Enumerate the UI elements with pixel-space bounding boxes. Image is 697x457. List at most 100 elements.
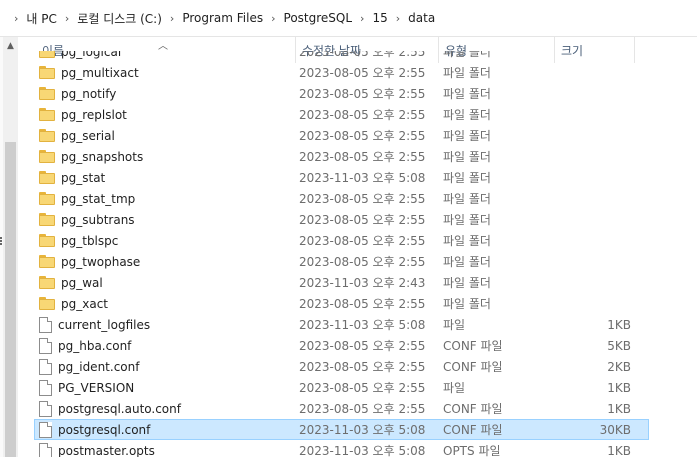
chevron-right-icon[interactable]: › — [170, 12, 174, 25]
breadcrumb-item[interactable]: › 15 — [352, 11, 388, 25]
file-row[interactable]: pg_twophase 2023-08-05 오후 2:55 파일 폴더 — [34, 251, 649, 272]
file-row[interactable]: current_logfiles 2023-11-03 오후 5:08 파일 1KB — [34, 314, 649, 335]
file-type: 파일 폴더 — [443, 192, 491, 206]
sort-ascending-icon: ︿ — [158, 41, 168, 52]
file-type: 파일 폴더 — [443, 66, 491, 80]
file-date: 2023-08-05 오후 2:55 — [299, 192, 426, 206]
file-date: 2023-11-03 오후 5:08 — [299, 444, 426, 457]
file-name: PG_VERSION — [58, 380, 135, 395]
folder-icon — [39, 150, 55, 163]
file-name-cell: current_logfiles — [39, 315, 289, 334]
file-size — [555, 63, 631, 82]
folder-icon — [39, 213, 55, 226]
file-name-cell: pg_logical — [39, 51, 289, 61]
breadcrumb-item[interactable]: › data — [388, 11, 435, 25]
file-name: current_logfiles — [58, 317, 151, 332]
file-size — [555, 231, 631, 250]
file-row[interactable]: pg_stat_tmp 2023-08-05 오후 2:55 파일 폴더 — [34, 188, 649, 209]
folder-icon — [39, 87, 55, 100]
file-name-cell: pg_wal — [39, 273, 289, 292]
file-row[interactable]: pg_multixact 2023-08-05 오후 2:55 파일 폴더 — [34, 62, 649, 83]
file-row[interactable]: pg_serial 2023-08-05 오후 2:55 파일 폴더 — [34, 125, 649, 146]
folder-icon — [39, 66, 55, 79]
file-type: 파일 — [443, 318, 466, 332]
file-type: 파일 폴더 — [443, 276, 491, 290]
file-row[interactable]: pg_notify 2023-08-05 오후 2:55 파일 폴더 — [34, 83, 649, 104]
file-row[interactable]: pg_replslot 2023-08-05 오후 2:55 파일 폴더 — [34, 104, 649, 125]
vertical-scrollbar[interactable]: ▲ — [3, 37, 18, 457]
file-date: 2023-08-05 오후 2:55 — [299, 108, 426, 122]
file-type: 파일 폴더 — [443, 108, 491, 122]
breadcrumb-label: PostgreSQL — [283, 11, 353, 25]
file-name: pg_serial — [61, 128, 115, 143]
file-row[interactable]: postgresql.auto.conf 2023-08-05 오후 2:55 CO… — [34, 398, 649, 419]
folder-icon — [39, 276, 55, 289]
file-name-cell: pg_stat — [39, 168, 289, 187]
chevron-right-icon[interactable]: › — [271, 12, 275, 25]
file-row[interactable]: postgresql.conf 2023-11-03 오후 5:08 CONF 파일… — [34, 419, 649, 440]
breadcrumb-label: 15 — [372, 11, 388, 25]
file-list: pg_logical 2023-08-05 오후 2:55 파일 폴더 pg_mult… — [18, 51, 697, 457]
scrollbar-thumb[interactable] — [5, 142, 16, 457]
folder-icon — [39, 255, 55, 268]
file-name-cell: PG_VERSION — [39, 378, 289, 397]
file-row[interactable]: pg_snapshots 2023-08-05 오후 2:55 파일 폴더 — [34, 146, 649, 167]
file-name-cell: pg_tblspc — [39, 231, 289, 250]
file-name-cell: pg_replslot — [39, 105, 289, 124]
file-type: CONF 파일 — [443, 360, 503, 374]
file-row[interactable]: pg_logical 2023-08-05 오후 2:55 파일 폴더 — [34, 51, 649, 62]
breadcrumb-item[interactable]: › Program Files — [162, 11, 263, 25]
file-size: 2KB — [607, 359, 631, 374]
file-type: CONF 파일 — [443, 402, 503, 416]
file-size — [555, 147, 631, 166]
file-size — [555, 84, 631, 103]
file-row[interactable]: PG_VERSION 2023-08-05 오후 2:55 파일 1KB — [34, 377, 649, 398]
file-name-cell: pg_multixact — [39, 63, 289, 82]
file-date: 2023-08-05 오후 2:55 — [299, 213, 426, 227]
file-name-cell: postmaster.opts — [39, 441, 289, 457]
breadcrumb-item[interactable]: › 로컬 디스크 (C:) — [57, 10, 162, 27]
file-name: pg_logical — [61, 51, 122, 59]
file-name-cell: postgresql.auto.conf — [39, 399, 289, 418]
file-size: 1KB — [607, 380, 631, 395]
chevron-right-icon[interactable]: › — [396, 12, 400, 25]
file-name-cell: pg_hba.conf — [39, 336, 289, 355]
file-name-cell: pg_stat_tmp — [39, 189, 289, 208]
scroll-up-arrow-icon[interactable]: ▲ — [3, 37, 18, 54]
file-row[interactable]: pg_xact 2023-08-05 오후 2:55 파일 폴더 — [34, 293, 649, 314]
file-row[interactable]: pg_subtrans 2023-08-05 오후 2:55 파일 폴더 — [34, 209, 649, 230]
file-row[interactable]: pg_tblspc 2023-08-05 오후 2:55 파일 폴더 — [34, 230, 649, 251]
file-date: 2023-08-05 오후 2:55 — [299, 402, 426, 416]
breadcrumb-label: 내 PC — [26, 11, 57, 26]
file-type: 파일 폴더 — [443, 129, 491, 143]
file-date: 2023-08-05 오후 2:55 — [299, 150, 426, 164]
file-size: 5KB — [607, 338, 631, 353]
file-row[interactable]: pg_wal 2023-11-03 오후 2:43 파일 폴더 — [34, 272, 649, 293]
file-date: 2023-11-03 오후 5:08 — [299, 318, 426, 332]
file-name: pg_multixact — [61, 65, 139, 80]
file-row[interactable]: pg_hba.conf 2023-08-05 오후 2:55 CONF 파일 5KB — [34, 335, 649, 356]
file-name: postgresql.conf — [58, 422, 151, 437]
file-name: pg_ident.conf — [58, 359, 140, 374]
file-date: 2023-08-05 오후 2:55 — [299, 339, 426, 353]
chevron-right-icon[interactable]: › — [360, 12, 364, 25]
file-size — [555, 252, 631, 271]
file-row[interactable]: pg_stat 2023-11-03 오후 5:08 파일 폴더 — [34, 167, 649, 188]
breadcrumb-item[interactable]: › PostgreSQL — [263, 11, 352, 25]
file-name-cell: pg_serial — [39, 126, 289, 145]
file-row[interactable]: pg_ident.conf 2023-08-05 오후 2:55 CONF 파일 2K… — [34, 356, 649, 377]
file-type: 파일 폴더 — [443, 150, 491, 164]
file-size — [555, 51, 631, 61]
file-row[interactable]: postmaster.opts 2023-11-03 오후 5:08 OPTS 파일… — [34, 440, 649, 457]
file-name: pg_tblspc — [61, 233, 119, 248]
file-size — [555, 168, 631, 187]
file-date: 2023-11-03 오후 5:08 — [299, 171, 426, 185]
file-name: pg_snapshots — [61, 149, 144, 164]
file-name-cell: postgresql.conf — [39, 420, 289, 439]
chevron-right-icon[interactable]: › — [14, 12, 18, 25]
chevron-right-icon[interactable]: › — [65, 12, 69, 25]
address-bar[interactable]: › 내 PC › 로컬 디스크 (C:) › Program Files › PostgreS… — [0, 0, 697, 37]
file-name: pg_wal — [61, 275, 103, 290]
file-name: pg_stat — [61, 170, 106, 185]
breadcrumb-item[interactable]: › 내 PC — [6, 10, 57, 27]
